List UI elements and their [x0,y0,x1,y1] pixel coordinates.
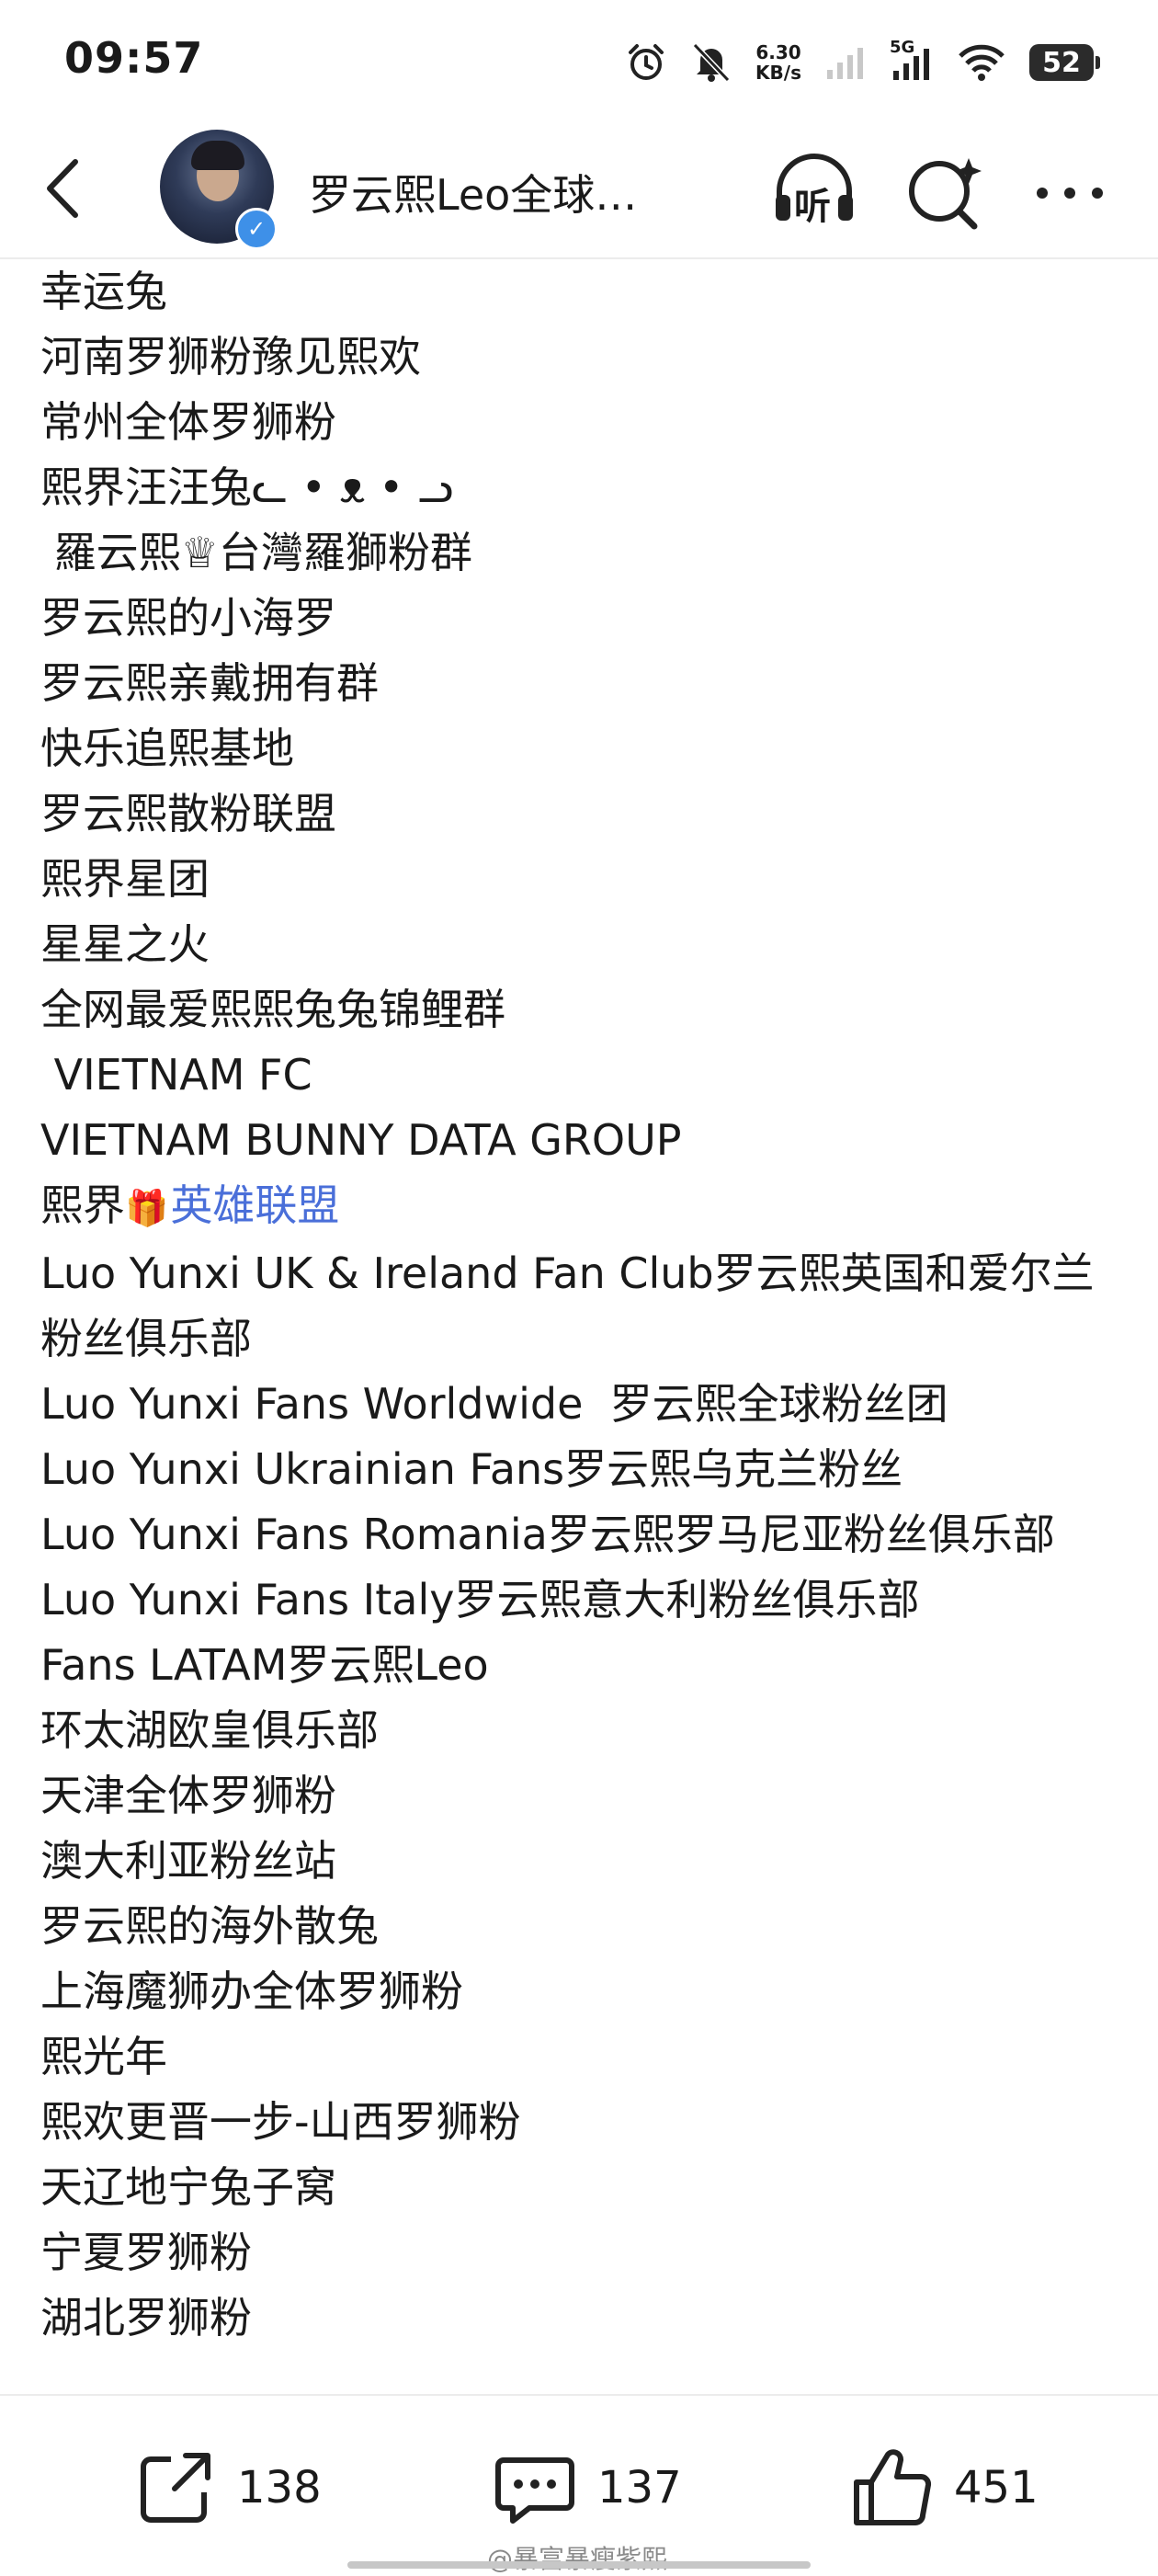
comment-count: 137 [597,2462,682,2513]
gift-link-label: 英雄联盟 [170,1180,340,1230]
list-item: Fans LATAM罗云熙Leo [40,1640,489,1690]
watermark: @暴富暴瘦紫熙 [487,2544,668,2574]
action-bar: 138 137 451 @暴富暴瘦紫熙 [0,2394,1158,2576]
avatar-hair [191,141,244,170]
list-item: Luo Yunxi UK & Ireland Fan Club罗云熙英国和爱尔兰… [40,1248,1095,1363]
signal-5g-icon: 5G [890,38,934,84]
list-item: 罗云熙的海外散兔 [40,1901,379,1951]
status-time: 09:57 [64,33,204,83]
list-item: Luo Yunxi Fans Worldwide 罗云熙全球粉丝团 [40,1379,948,1429]
speed-unit: KB/s [755,62,801,84]
share-count: 138 [237,2462,322,2513]
list-item: 天津全体罗狮粉 [40,1771,336,1820]
list-item: 罗云熙的小海罗 [40,593,336,643]
list-item: 罗云熙亲戴拥有群 [40,658,379,708]
signal-empty-icon [827,48,863,79]
list-item-gift: 熙界🎁英雄联盟 [0,1173,1158,1241]
gift-icon: 🎁 [125,1188,169,1228]
list-item: 羅云熙♕台灣羅獅粉群 [40,528,472,577]
status-icons: 6.30 KB/s 5G 52 [625,35,1100,90]
list-item: 熙光年 [40,2032,167,2081]
thumbs-up-icon [854,2449,932,2525]
list-item: 宁夏罗狮粉 [40,2228,252,2277]
listen-label: 听 [794,186,831,228]
alarm-icon [629,44,664,80]
battery-indicator: 52 [1029,44,1100,81]
list-item: 全网最爱熙熙兔兔锦鲤群 [40,985,505,1034]
home-indicator[interactable] [347,2561,811,2569]
more-icon[interactable] [1024,145,1116,237]
comment-icon [495,2457,574,2524]
network-speed: 6.30 KB/s [755,42,801,83]
gift-link[interactable]: 🎁英雄联盟 [125,1180,339,1230]
list-item: 环太湖欧皇俱乐部 [40,1705,379,1755]
back-arrow-icon[interactable] [37,156,92,221]
listen-button[interactable]: 听 [768,145,860,237]
list-item: 天辽地宁兔子窝 [40,2162,336,2212]
wifi-icon [959,44,1005,81]
speed-value: 6.30 [755,41,801,63]
status-bar: 09:57 6.30 KB/s 5G 52 [0,0,1158,120]
fan-club-list: 幸运兔 河南罗狮粉豫见熙欢 常州全体罗狮粉 熙界汪汪兔ᓚ • ᴥ • ᓗ 羅云熙… [0,259,1158,2351]
list-item: VIETNAM FC [40,1050,312,1100]
verified-icon: ✓ [235,208,278,250]
list-item: 快乐追熙基地 [40,724,294,773]
header: ✓ 罗云熙Leo全球… 听 [0,120,1158,259]
list-item: VIETNAM BUNNY DATA GROUP [40,1115,682,1165]
list-item: 上海魔狮办全体罗狮粉 [40,1966,463,2016]
comment-button[interactable]: 137 [493,2442,682,2534]
list-item: 罗云熙散粉联盟 [40,789,336,838]
list-item: Luo Yunxi Fans Italy罗云熙意大利粉丝俱乐部 [40,1575,920,1624]
list-item: 幸运兔 [40,267,167,316]
list-item: 澳大利亚粉丝站 [40,1836,336,1886]
share-icon [141,2453,210,2523]
share-button[interactable]: 138 [134,2442,322,2534]
search-icon[interactable] [897,145,989,237]
account-name[interactable]: 罗云熙Leo全球… [309,162,676,222]
list-item: 熙欢更晋一步-山西罗狮粉 [40,2097,521,2147]
like-button[interactable]: 451 [849,2442,1039,2534]
list-item: 熙界汪汪兔ᓚ • ᴥ • ᓗ [40,462,454,512]
list-item: 熙界星团 [40,854,210,904]
list-item: 常州全体罗狮粉 [40,397,336,447]
list-item: 星星之火 [40,919,210,969]
list-item: 湖北罗狮粉 [40,2293,252,2342]
gift-prefix: 熙界 [40,1180,125,1230]
list-item: 河南罗狮粉豫见熙欢 [40,332,421,382]
list-item: Luo Yunxi Ukrainian Fans罗云熙乌克兰粉丝 [40,1444,903,1494]
mute-bell-icon [692,42,731,83]
like-count: 451 [954,2462,1039,2513]
list-item: Luo Yunxi Fans Romania罗云熙罗马尼亚粉丝俱乐部 [40,1510,1055,1559]
